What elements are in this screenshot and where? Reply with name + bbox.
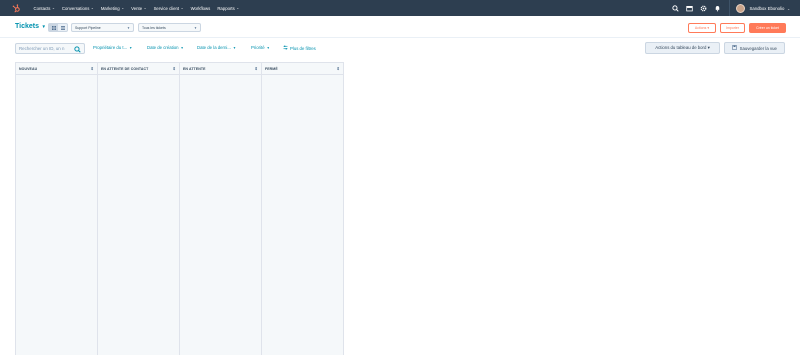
chevron-down-icon: ⌄ xyxy=(180,6,184,10)
top-navigation-bar: Contacts ⌄ Conversations ⌄ Marketing ⌄ Vente ⌄ S… xyxy=(0,0,800,16)
board-column: EN ATTENTE DE CONTACT ⇕ xyxy=(98,62,180,355)
priority-filter[interactable]: Priorité ▼ xyxy=(251,45,270,50)
nav-item-vente[interactable]: Vente ⌄ xyxy=(128,6,150,11)
search-icon[interactable] xyxy=(74,45,81,54)
nav-right-group: Sandbox Ebonolio ⌄ xyxy=(668,0,800,16)
import-button[interactable]: Importer xyxy=(720,23,745,33)
sort-icon[interactable]: ⇕ xyxy=(337,66,340,71)
board-column: EN ATTENTE ⇕ xyxy=(180,62,262,355)
header-divider xyxy=(0,37,800,38)
nav-item-conversations[interactable]: Conversations ⌄ xyxy=(58,6,97,11)
notifications-bell-icon[interactable] xyxy=(710,0,724,16)
nav-item-label: Conversations xyxy=(61,5,90,11)
save-view-icon xyxy=(732,45,737,51)
pipeline-select[interactable]: Support Pipeline ▼ xyxy=(71,23,134,32)
object-switcher[interactable]: Tickets ▼ xyxy=(15,23,46,30)
nav-separator xyxy=(729,0,731,16)
page-header: Tickets ▼ Support Pipeline ▼ Tous les ti… xyxy=(0,16,800,38)
owner-filter[interactable]: Propriétaire du t... ▼ xyxy=(93,45,132,50)
marketplace-icon[interactable] xyxy=(682,0,696,16)
sort-icon[interactable]: ⇕ xyxy=(173,66,176,71)
nav-item-workflows[interactable]: Workflows xyxy=(187,6,214,11)
page-title: Tickets xyxy=(15,23,39,30)
account-name: Sandbox Ebonolio xyxy=(749,5,785,11)
list-view-button[interactable] xyxy=(58,24,67,31)
board-view-button[interactable] xyxy=(49,24,58,31)
user-avatar[interactable] xyxy=(736,3,746,13)
more-filters-label: Plus de filtres xyxy=(290,45,316,51)
tickets-view-select-value: Tous les tickets xyxy=(142,25,166,30)
save-view-label: Sauvegarder la vue xyxy=(739,45,777,51)
column-header: EN ATTENTE DE CONTACT ⇕ xyxy=(98,63,179,75)
save-view-button[interactable]: Sauvegarder la vue xyxy=(724,42,785,54)
view-toggle xyxy=(48,23,68,32)
board-column: NOUVEAU ⇕ xyxy=(16,62,98,355)
nav-item-label: Rapports xyxy=(217,5,235,11)
board-view-icon xyxy=(51,25,56,30)
nav-item-rapports[interactable]: Rapports ⌄ xyxy=(214,6,243,11)
nav-item-label: Service client xyxy=(153,5,180,11)
nav-item-label: Marketing xyxy=(100,5,120,11)
caret-down-icon: ▼ xyxy=(266,45,270,50)
nav-item-label: Contacts xyxy=(33,5,51,11)
owner-filter-label: Propriétaire du t... xyxy=(93,45,128,50)
last-activity-filter-label: Date de la derni... xyxy=(197,45,231,50)
chevron-down-icon: ⌄ xyxy=(143,6,147,10)
column-title: FERMÉ xyxy=(265,66,278,71)
chevron-down-icon: ⌄ xyxy=(90,6,94,10)
pipeline-select-value: Support Pipeline xyxy=(75,25,101,30)
more-filters-button[interactable]: Plus de filtres xyxy=(283,45,316,51)
column-header: NOUVEAU ⇕ xyxy=(16,63,97,75)
caret-down-icon: ▼ xyxy=(232,45,237,50)
search-placeholder: Rechercher un ID, un n xyxy=(19,46,65,51)
create-ticket-button[interactable]: Créer un ticket xyxy=(749,23,786,33)
nav-item-label: Vente xyxy=(131,5,143,11)
ticket-board: NOUVEAU ⇕ EN ATTENTE DE CONTACT ⇕ EN ATT… xyxy=(15,62,344,355)
search-icon[interactable] xyxy=(668,0,682,16)
nav-item-label: Workflows xyxy=(190,5,211,11)
created-date-filter-label: Date de création xyxy=(147,45,179,50)
sort-icon[interactable]: ⇕ xyxy=(255,66,258,71)
sort-icon[interactable]: ⇕ xyxy=(91,66,94,71)
nav-item-marketing[interactable]: Marketing ⌄ xyxy=(97,6,127,11)
tickets-view-select[interactable]: Tous les tickets ▼ xyxy=(138,23,201,32)
main-menu: Contacts ⌄ Conversations ⌄ Marketing ⌄ Vente ⌄ S… xyxy=(30,6,243,11)
filter-sliders-icon xyxy=(283,45,288,51)
column-title: EN ATTENTE DE CONTACT xyxy=(101,66,149,71)
caret-down-icon: ▼ xyxy=(194,25,197,30)
column-title: NOUVEAU xyxy=(19,66,38,71)
board-column: FERMÉ ⇕ xyxy=(262,62,344,355)
column-header: FERMÉ ⇕ xyxy=(262,63,343,75)
chevron-down-icon: ⌄ xyxy=(121,6,125,10)
settings-gear-icon[interactable] xyxy=(696,0,710,16)
caret-down-icon: ▼ xyxy=(41,24,46,29)
caret-down-icon: ▼ xyxy=(127,25,130,30)
actions-button[interactable]: Actions ▾ xyxy=(688,23,716,33)
column-title: EN ATTENTE xyxy=(183,66,206,71)
chevron-down-icon: ⌄ xyxy=(787,6,790,11)
last-activity-filter[interactable]: Date de la derni... ▼ xyxy=(197,45,236,50)
nav-item-service-client[interactable]: Service client ⌄ xyxy=(150,6,187,11)
account-menu[interactable]: Sandbox Ebonolio ⌄ xyxy=(749,6,790,11)
search-input[interactable]: Rechercher un ID, un n xyxy=(15,43,85,54)
column-header: EN ATTENTE ⇕ xyxy=(180,63,261,75)
nav-item-contacts[interactable]: Contacts ⌄ xyxy=(30,6,58,11)
caret-down-icon: ▼ xyxy=(129,45,133,50)
chevron-down-icon: ⌄ xyxy=(236,6,240,10)
priority-filter-label: Priorité xyxy=(251,45,265,50)
caret-down-icon: ▼ xyxy=(180,45,184,50)
list-view-icon xyxy=(60,25,65,30)
board-actions-button[interactable]: Actions du tableau de bord ▾ xyxy=(645,42,720,54)
chevron-down-icon: ⌄ xyxy=(51,6,55,10)
hubspot-logo-icon[interactable] xyxy=(11,3,21,13)
created-date-filter[interactable]: Date de création ▼ xyxy=(147,45,184,50)
